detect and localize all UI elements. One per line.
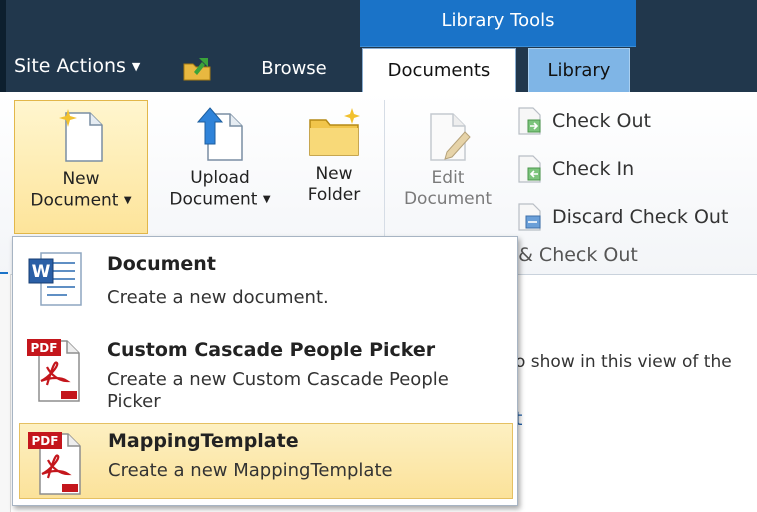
discard-check-out-button[interactable]: Discard Check Out [516,202,728,232]
check-out-button[interactable]: Check Out [516,106,651,136]
check-in-label: Check In [552,158,635,180]
upload-document-line1: Upload [190,168,250,188]
edit-document-line2: Document [403,189,493,209]
tab-browse[interactable]: Browse [246,58,342,79]
discard-check-out-label: Discard Check Out [552,206,729,228]
menu-item-title: Custom Cascade People Picker [107,339,436,361]
site-actions-menu[interactable]: Site Actions ▼ [14,55,140,77]
left-edge-panel [0,274,11,512]
tab-library[interactable]: Library [528,48,630,92]
new-document-button[interactable]: New Document ▼ [14,100,148,234]
edit-document-line1: Edit [431,168,465,188]
pdf-icon: PDF [27,339,80,402]
edit-document-button[interactable]: Edit Document [396,100,500,210]
upload-document-icon [196,107,243,161]
edit-document-icon [430,113,471,161]
site-actions-label: Site Actions [14,55,126,77]
menu-item-title: Document [107,253,216,275]
menu-item-description: Create a new Custom Cascade People Picke… [107,369,449,412]
tab-documents[interactable]: Documents [362,48,516,92]
chevron-down-icon: ▼ [131,59,141,73]
menu-item-custom-cascade-people-picker[interactable]: PDF Custom Cascade People Picker Create … [19,327,513,423]
ribbon-divider [384,100,385,236]
new-document-line1: New [62,169,100,189]
upload-document-line2: Document [169,189,258,210]
new-folder-line2: Folder [307,185,361,205]
check-out-icon [518,107,541,135]
chevron-down-icon: ▼ [123,195,132,206]
check-in-icon [518,155,541,183]
pdf-icon: PDF [28,432,81,495]
new-document-line2: Document [30,190,119,211]
svg-text:PDF: PDF [32,434,59,448]
check-out-label: Check Out [552,110,651,132]
menu-item-description: Create a new MappingTemplate [108,460,393,481]
word-document-icon: W [28,252,82,306]
menu-item-description: Create a new document. [107,287,329,308]
discard-check-out-icon [518,203,541,231]
upload-document-button[interactable]: Upload Document ▼ [156,100,284,211]
new-folder-icon [309,108,360,156]
menu-item-title: MappingTemplate [108,430,299,452]
library-tools-title: Library Tools [441,10,555,31]
chevron-down-icon: ▼ [262,194,271,205]
new-folder-button[interactable]: New Folder [292,100,376,206]
menu-item-mappingtemplate[interactable]: PDF MappingTemplate Create a new Mapping… [19,423,513,499]
menu-item-document[interactable]: W Document Create a new document. [19,241,513,321]
new-document-menu: W Document Create a new document. PDF Cu… [12,236,518,506]
empty-view-text: o show in this view of the [515,352,732,372]
navigate-up-icon[interactable] [182,54,212,82]
left-strip [0,0,6,92]
check-in-button[interactable]: Check In [516,154,634,184]
ribbon-group-label: n & Check Out [500,244,638,266]
library-tools-header: Library Tools [360,0,636,47]
new-folder-line1: New [315,164,353,184]
svg-text:W: W [32,262,51,282]
new-document-icon [59,109,103,162]
svg-text:PDF: PDF [31,341,58,355]
